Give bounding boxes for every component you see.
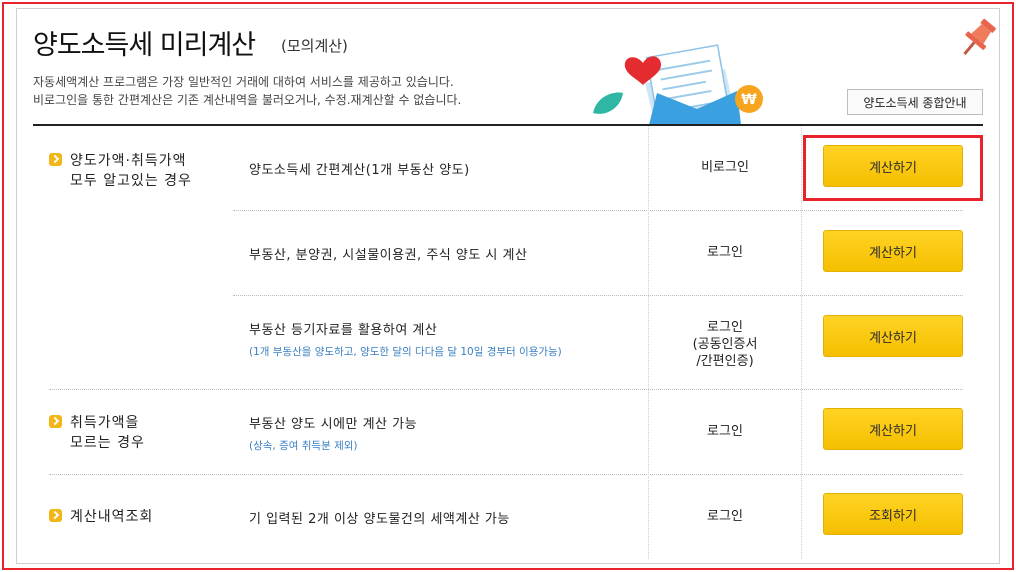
service-title: 기 입력된 2개 이상 양도물건의 세액계산 가능 — [249, 512, 510, 527]
highlight-box — [803, 135, 983, 201]
login-label: 로그인 — [707, 509, 743, 524]
page-description: 자동세액계산 프로그램은 가장 일반적인 거래에 대하여 서비스를 제공하고 있… — [33, 73, 593, 109]
check-bullet-icon — [49, 509, 62, 522]
column-divider — [801, 126, 802, 559]
service-note: (1개 부동산을 양도하고, 양도한 달의 다다음 달 10일 경부터 이용가능… — [249, 346, 562, 358]
page-subtitle: (모의계산) — [281, 37, 348, 55]
row-divider — [49, 389, 963, 390]
tax-guide-button[interactable]: 양도소득세 종합안내 — [847, 89, 983, 115]
login-requirement: 로그인 — [650, 508, 800, 525]
service-title: 부동산 양도 시에만 계산 가능 — [249, 417, 418, 432]
login-label: (공동인증서 — [692, 337, 758, 352]
won-coin-icon: ₩ — [735, 85, 763, 113]
login-label: 로그인 — [707, 245, 743, 260]
service-unknown-price-calculation: 부동산 양도 시에만 계산 가능 (상속, 증여 취득분 제외) — [249, 413, 639, 453]
row-divider — [233, 210, 963, 211]
tax-calculator-panel: 양도소득세 미리계산 (모의계산) 자동세액계산 프로그램은 가장 일반적인 거… — [16, 8, 1000, 564]
category-label: 계산내역조회 — [70, 509, 154, 525]
service-registry-calculation: 부동산 등기자료를 활용하여 계산 (1개 부동산을 양도하고, 양도한 달의 … — [249, 319, 639, 359]
column-divider — [648, 126, 649, 559]
leaf-icon — [593, 92, 623, 114]
calculate-button-registry[interactable]: 계산하기 — [823, 315, 963, 357]
header-divider — [33, 124, 983, 126]
category-unknown-acquisition-price: 취득가액을 모르는 경우 — [49, 413, 145, 453]
calculate-button-general[interactable]: 계산하기 — [823, 230, 963, 272]
login-requirement: 로그인 — [650, 244, 800, 261]
service-general-calculation: 부동산, 분양권, 시설물이용권, 주식 양도 시 계산 — [249, 244, 639, 263]
svg-text:₩: ₩ — [741, 92, 757, 108]
category-label: 취득가액을 — [70, 415, 140, 431]
check-bullet-icon — [49, 415, 62, 428]
description-line-1: 자동세액계산 프로그램은 가장 일반적인 거래에 대하여 서비스를 제공하고 있… — [33, 75, 454, 89]
service-history-lookup: 기 입력된 2개 이상 양도물건의 세액계산 가능 — [249, 508, 639, 527]
service-title: 부동산, 분양권, 시설물이용권, 주식 양도 시 계산 — [249, 248, 528, 263]
description-line-2: 비로그인을 통한 간편계산은 기존 계산내역을 불러오거나, 수정.재계산할 수… — [33, 93, 462, 107]
service-note: (상속, 증여 취득분 제외) — [249, 440, 358, 452]
login-requirement: 로그인 (공동인증서 /간편인증) — [650, 319, 800, 370]
category-calculation-history: 계산내역조회 — [49, 507, 153, 527]
pushpin-icon — [963, 18, 996, 56]
category-known-prices: 양도가액·취득가액 모두 알고있는 경우 — [49, 151, 192, 191]
page-title: 양도소득세 미리계산 — [33, 30, 256, 61]
row-divider — [49, 474, 963, 475]
login-label: 비로그인 — [701, 160, 749, 175]
category-label: 양도가액·취득가액 — [70, 153, 187, 169]
service-title: 부동산 등기자료를 활용하여 계산 — [249, 323, 438, 338]
login-requirement: 비로그인 — [650, 159, 800, 176]
login-label: /간편인증) — [696, 354, 754, 369]
envelope-icon — [645, 44, 741, 125]
login-label: 로그인 — [707, 320, 743, 335]
login-requirement: 로그인 — [650, 423, 800, 440]
check-bullet-icon — [49, 153, 62, 166]
lookup-button-history[interactable]: 조회하기 — [823, 493, 963, 535]
category-label: 모르는 경우 — [70, 435, 145, 451]
service-title: 양도소득세 간편계산(1개 부동산 양도) — [249, 163, 470, 178]
login-label: 로그인 — [707, 424, 743, 439]
envelope-illustration: ₩ — [593, 44, 763, 125]
service-simple-calculation: 양도소득세 간편계산(1개 부동산 양도) — [249, 159, 639, 178]
row-divider — [233, 295, 963, 296]
calculate-button-unknown-price[interactable]: 계산하기 — [823, 408, 963, 450]
category-label: 모두 알고있는 경우 — [70, 173, 192, 189]
